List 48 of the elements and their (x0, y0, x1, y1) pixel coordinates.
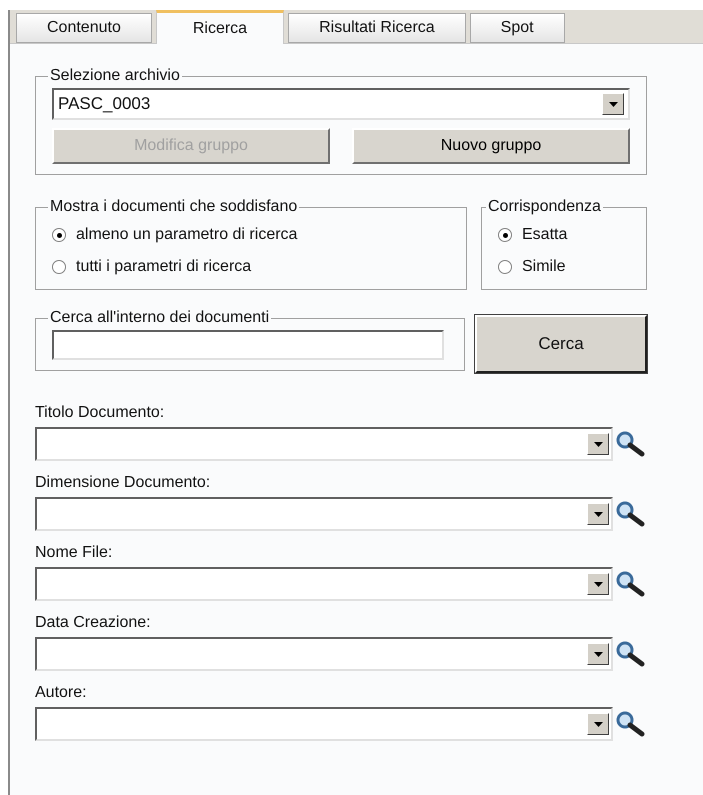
caret-down-icon (594, 652, 602, 656)
search-button[interactable]: Cerca (475, 315, 647, 373)
radio-button[interactable] (498, 228, 512, 242)
field-label: Autore: (35, 683, 88, 703)
group-title: Mostra i documenti che soddisfano (49, 197, 298, 217)
search-icon[interactable] (615, 571, 645, 597)
text-input-field[interactable] (52, 330, 444, 360)
caret-down-icon (594, 442, 602, 446)
field-label: Nome File: (35, 543, 114, 563)
radio-label: almeno un parametro di ricerca (76, 225, 298, 245)
filter-dropdown[interactable] (35, 497, 613, 531)
caret-down-icon (594, 582, 602, 586)
group-button[interactable]: Nuovo gruppo (352, 128, 630, 164)
radio-label: tutti i parametri di ricerca (76, 257, 252, 277)
dropdown-arrow-button[interactable] (587, 503, 609, 525)
tab[interactable]: Contenuto (16, 13, 152, 43)
tab[interactable]: Ricerca (156, 10, 284, 44)
dropdown-arrow-button[interactable] (587, 433, 609, 455)
radio-button[interactable] (52, 260, 66, 274)
dropdown-arrow-button[interactable] (587, 643, 609, 665)
search-icon[interactable] (615, 711, 645, 737)
filter-dropdown[interactable] (35, 567, 613, 601)
filter-dropdown[interactable] (35, 707, 613, 741)
field-label: Data Creazione: (35, 613, 152, 633)
field-label: Dimensione Documento: (35, 473, 212, 493)
field-label: Titolo Documento: (35, 403, 166, 423)
search-icon[interactable] (615, 501, 645, 527)
dropdown-arrow-button[interactable] (587, 713, 609, 735)
radio-button[interactable] (52, 228, 66, 242)
group-title: Cerca all'interno dei documenti (49, 308, 270, 328)
radio-label: Esatta (522, 225, 568, 245)
dropdown-arrow-button[interactable] (602, 93, 624, 115)
group-title: Corrispondenza (487, 197, 602, 217)
caret-down-icon (594, 722, 602, 726)
archive-dropdown[interactable]: PASC_0003 (52, 88, 630, 120)
radio-button[interactable] (498, 260, 512, 274)
search-icon[interactable] (615, 641, 645, 667)
tab[interactable]: Spot (470, 13, 565, 43)
caret-down-icon (608, 102, 618, 106)
search-icon[interactable] (615, 431, 645, 457)
dropdown-arrow-button[interactable] (587, 573, 609, 595)
radio-label: Simile (522, 257, 566, 277)
dropdown-value: PASC_0003 (58, 93, 150, 116)
filter-dropdown[interactable] (35, 637, 613, 671)
group-title: Selezione archivio (49, 66, 181, 86)
caret-down-icon (594, 512, 602, 516)
tab[interactable]: Risultati Ricerca (288, 13, 466, 43)
filter-dropdown[interactable] (35, 427, 613, 461)
